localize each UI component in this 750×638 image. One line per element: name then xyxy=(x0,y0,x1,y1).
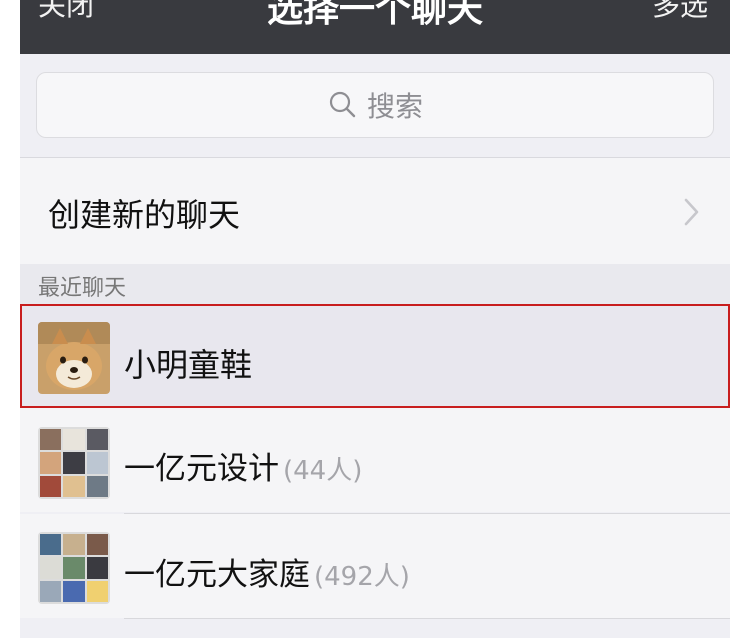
section-header-recent: 最近聊天 xyxy=(20,264,730,304)
member-count: (492人) xyxy=(314,562,410,592)
chevron-right-icon xyxy=(684,198,699,226)
chat-name: 一亿元设计 xyxy=(124,451,279,487)
group-avatar xyxy=(38,532,110,604)
search-icon xyxy=(329,91,356,118)
chat-name-row: 一亿元大家庭 (492人) xyxy=(124,549,410,594)
chat-name: 一亿元大家庭 xyxy=(124,557,310,593)
chat-row[interactable]: 一亿元设计 (44人) xyxy=(20,408,730,512)
member-count: (44人) xyxy=(283,456,363,486)
chat-name: 小明童鞋 xyxy=(124,346,253,384)
section-title: 最近聊天 xyxy=(38,276,127,301)
create-new-chat-row[interactable]: 创建新的聊天 xyxy=(20,158,730,264)
chat-name-row: 一亿元设计 (44人) xyxy=(124,443,362,488)
nav-bar: 关闭 选择一个聊天 多选 xyxy=(20,0,730,54)
chat-row[interactable]: 一亿元大家庭 (492人) xyxy=(20,514,730,618)
page-title: 选择一个聊天 xyxy=(266,0,483,30)
search-input[interactable]: 搜索 xyxy=(36,72,714,138)
search-placeholder: 搜索 xyxy=(366,90,423,123)
shiba-dog-avatar xyxy=(38,322,110,394)
create-new-chat-label: 创建新的聊天 xyxy=(48,196,241,234)
group-avatar xyxy=(38,427,110,499)
row-divider xyxy=(124,618,730,619)
chat-picker-screen: 关闭 选择一个聊天 多选 搜索 创建新的聊天 最近聊天 小明童鞋 一亿元设计 (… xyxy=(20,0,730,638)
search-bar: 搜索 xyxy=(20,54,730,158)
chat-row-selected[interactable]: 小明童鞋 xyxy=(20,304,730,408)
multi-select-button[interactable]: 多选 xyxy=(652,0,708,24)
